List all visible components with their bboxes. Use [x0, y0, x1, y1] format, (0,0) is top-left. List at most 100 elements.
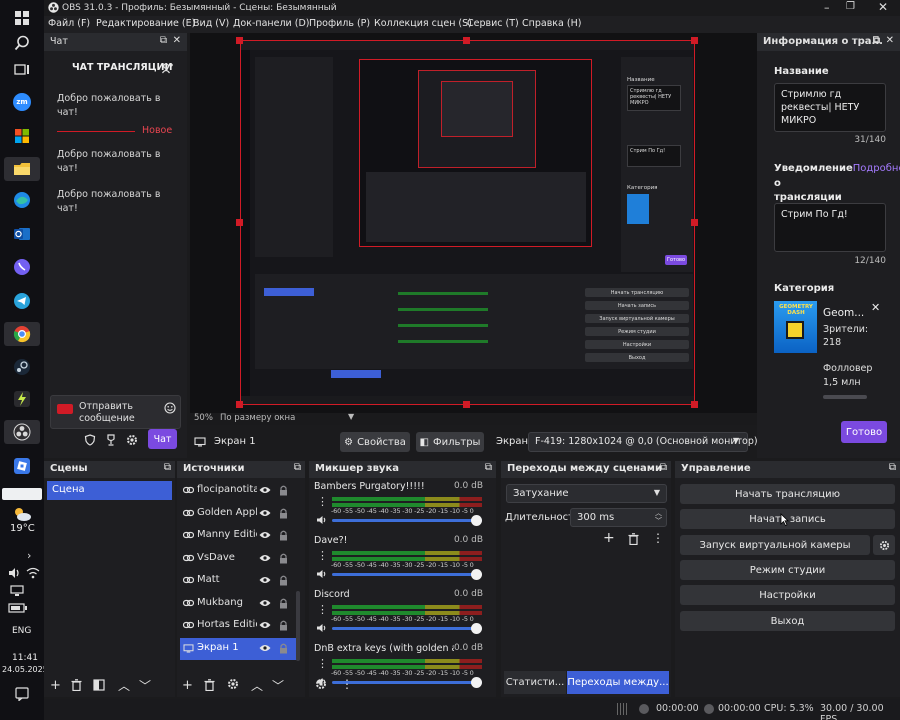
- keyboard-layout-icon[interactable]: [2, 488, 42, 500]
- visibility-eye-icon[interactable]: [259, 576, 271, 584]
- chevron-down-icon[interactable]: ▼: [733, 436, 739, 445]
- volume-slider[interactable]: [332, 573, 482, 576]
- gear-icon[interactable]: [227, 678, 239, 690]
- menu-view[interactable]: Вид (V): [193, 18, 229, 29]
- source-item[interactable]: Manny Edition: [180, 525, 298, 547]
- source-item[interactable]: flocipanotitac: [180, 480, 298, 502]
- send-message-input[interactable]: Отправить сообщение: [50, 395, 181, 429]
- menu-docks[interactable]: Док-панели (D): [233, 18, 309, 29]
- volume-slider-knob[interactable]: [471, 515, 482, 526]
- clock-time[interactable]: 11:41: [12, 653, 38, 663]
- speaker-icon[interactable]: [316, 515, 328, 525]
- add-source-icon[interactable]: +: [182, 678, 193, 693]
- duration-spinbox[interactable]: 300 ms ︿ ﹀: [570, 508, 667, 527]
- mixer-settings-icon[interactable]: [315, 678, 327, 690]
- roblox-icon[interactable]: [12, 456, 32, 476]
- trash-icon[interactable]: [204, 679, 215, 691]
- undock-icon[interactable]: ⧉: [160, 35, 167, 46]
- viber-icon[interactable]: [12, 257, 32, 277]
- screen-select[interactable]: F-419: 1280x1024 @ 0,0 (Основной монитор…: [528, 432, 758, 452]
- more-options-icon[interactable]: ⋮: [341, 677, 353, 691]
- menu-help[interactable]: Справка (H): [522, 18, 581, 29]
- chevron-right-icon[interactable]: ›: [27, 549, 31, 562]
- restore-icon[interactable]: ❐: [846, 1, 855, 12]
- shield-icon[interactable]: [84, 434, 96, 446]
- bolt-app-icon[interactable]: [12, 389, 32, 409]
- lock-icon[interactable]: [279, 643, 288, 654]
- start-streaming-button[interactable]: Начать трансляцию: [680, 484, 895, 504]
- channel-menu-icon[interactable]: ⋮: [317, 657, 328, 670]
- trash-icon[interactable]: [71, 679, 82, 691]
- lock-icon[interactable]: [279, 575, 288, 586]
- tab-transitions[interactable]: Переходы между...: [567, 671, 669, 694]
- zoom-level[interactable]: 50%: [194, 413, 213, 423]
- volume-slider-knob[interactable]: [471, 677, 482, 688]
- menu-profile[interactable]: Профиль (P): [309, 18, 370, 29]
- visibility-eye-icon[interactable]: [259, 531, 271, 539]
- office-app-icon[interactable]: [12, 126, 32, 146]
- source-item[interactable]: Экран 1: [180, 637, 298, 660]
- chevron-down-icon[interactable]: ▼: [348, 412, 354, 421]
- lock-icon[interactable]: [279, 508, 288, 519]
- move-up-icon[interactable]: ︿: [251, 677, 263, 694]
- volume-slider-knob[interactable]: [471, 623, 482, 634]
- more-options-icon[interactable]: ⋮: [652, 531, 664, 545]
- windows-start-icon[interactable]: [12, 8, 32, 28]
- resize-handle[interactable]: [691, 401, 698, 408]
- volume-slider-knob[interactable]: [471, 569, 482, 580]
- lock-icon[interactable]: [279, 553, 288, 564]
- resize-handle[interactable]: [691, 37, 698, 44]
- remove-category-icon[interactable]: ✕: [871, 301, 880, 314]
- undock-icon[interactable]: ⧉: [873, 35, 880, 46]
- settings-button[interactable]: Настройки: [680, 585, 895, 605]
- close-dock-icon[interactable]: ✕: [886, 35, 894, 46]
- zoom-app-icon[interactable]: zm: [12, 92, 32, 112]
- chevron-down-icon[interactable]: ▼: [654, 488, 660, 497]
- language-indicator[interactable]: ENG: [12, 626, 31, 636]
- exit-button[interactable]: Выход: [680, 611, 895, 631]
- resize-handle[interactable]: [236, 37, 243, 44]
- zoom-fit-select[interactable]: По размеру окна: [220, 413, 295, 423]
- add-transition-icon[interactable]: +: [603, 530, 615, 546]
- network-icon[interactable]: [10, 585, 24, 597]
- undock-icon[interactable]: ⧉: [485, 462, 492, 473]
- volume-slider[interactable]: [332, 681, 482, 684]
- sources-scrollbar[interactable]: [296, 591, 300, 661]
- tab-stats[interactable]: Статисти...: [504, 671, 566, 694]
- chrome-icon[interactable]: [4, 322, 40, 346]
- properties-button[interactable]: ⚙ Свойства: [340, 432, 410, 452]
- speaker-icon[interactable]: [316, 569, 328, 579]
- virtual-camera-settings-button[interactable]: [873, 535, 895, 555]
- channel-menu-icon[interactable]: ⋮: [317, 549, 328, 562]
- resize-handle[interactable]: [463, 401, 470, 408]
- done-button[interactable]: Готово: [841, 421, 887, 443]
- stream-notice-input[interactable]: Стрим По Гд!: [774, 203, 886, 252]
- undock-icon[interactable]: ⧉: [164, 462, 171, 473]
- source-item[interactable]: Mukbang: [180, 593, 298, 615]
- studio-mode-button[interactable]: Режим студии: [680, 560, 895, 580]
- menu-edit[interactable]: Редактирование (E): [96, 18, 195, 29]
- category-scrollbar[interactable]: [823, 395, 867, 399]
- menu-tools[interactable]: Сервис (T): [467, 18, 519, 29]
- add-scene-icon[interactable]: +: [50, 678, 61, 693]
- learn-more-link[interactable]: Подробнее: [853, 163, 900, 174]
- channel-menu-icon[interactable]: ⋮: [317, 603, 328, 616]
- scene-item[interactable]: Сцена: [47, 481, 172, 500]
- transition-type-select[interactable]: Затухание ▼: [506, 484, 667, 503]
- trophy-icon[interactable]: [105, 434, 117, 446]
- battery-icon[interactable]: [8, 603, 28, 613]
- scene-filters-icon[interactable]: [93, 679, 105, 691]
- speaker-icon[interactable]: [316, 623, 328, 633]
- visibility-eye-icon[interactable]: [259, 509, 271, 517]
- close-dock-icon[interactable]: ✕: [173, 35, 181, 46]
- source-item[interactable]: Hortas Edition: [180, 615, 298, 637]
- stream-title-input[interactable]: Стримлю гд реквесты| НЕТУ МИКРО: [774, 83, 886, 132]
- filters-button[interactable]: ◧ Фильтры: [416, 432, 484, 452]
- lock-icon[interactable]: [279, 598, 288, 609]
- move-up-icon[interactable]: ︿: [118, 677, 130, 694]
- telegram-icon[interactable]: [12, 291, 32, 311]
- visibility-eye-icon[interactable]: [259, 599, 271, 607]
- outlook-icon[interactable]: [12, 224, 32, 244]
- move-down-icon[interactable]: ﹀: [272, 677, 284, 694]
- close-window-icon[interactable]: ✕: [878, 0, 888, 14]
